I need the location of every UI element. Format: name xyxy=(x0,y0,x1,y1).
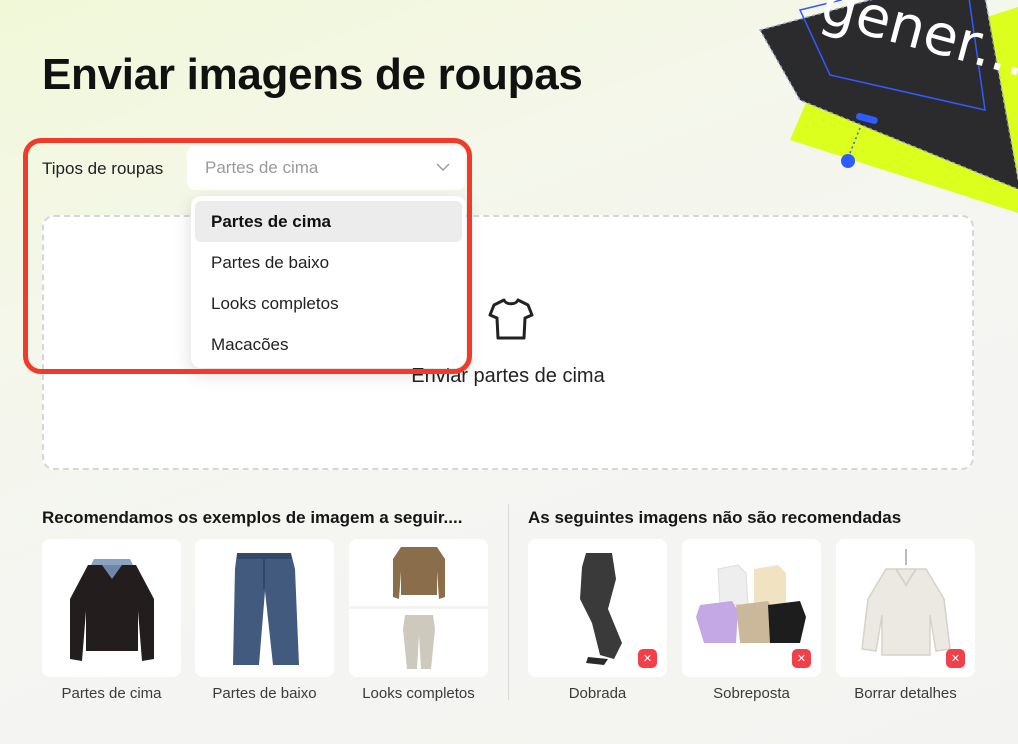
example-card-partes-de-baixo xyxy=(195,539,334,677)
dropdown-option-partes-de-baixo[interactable]: Partes de baixo xyxy=(195,242,462,283)
bad-example-caption-1: Dobrada xyxy=(568,685,627,702)
example-caption-1: Partes de cima xyxy=(61,685,162,702)
example-caption-2: Partes de baixo xyxy=(212,685,317,702)
jeans-image xyxy=(233,553,299,665)
section-divider xyxy=(508,504,509,700)
close-icon: ✕ xyxy=(792,649,811,668)
example-caption-3: Looks completos xyxy=(362,685,475,702)
recommended-section-title: Recomendamos os exemplos de imagem a seg… xyxy=(42,508,463,527)
tshirt-icon xyxy=(488,298,534,340)
sweater-image xyxy=(70,559,154,661)
clothing-type-select-value: Partes de cima xyxy=(205,158,319,177)
page-title: Enviar imagens de roupas xyxy=(42,50,583,99)
clothing-type-dropdown-menu: Partes de cima Partes de baixo Looks com… xyxy=(191,196,466,368)
clothing-type-row: Tipos de roupas xyxy=(42,148,187,190)
dropdown-option-looks-completos[interactable]: Looks completos xyxy=(195,283,462,324)
generating-decoration: gener... xyxy=(758,0,1018,213)
clothing-type-label: Tipos de roupas xyxy=(42,159,164,178)
bad-example-card-sobreposta: ✕ xyxy=(682,539,821,677)
bad-example-caption-3: Borrar detalhes xyxy=(854,685,957,702)
clothing-type-select[interactable]: Partes de cima xyxy=(187,146,465,190)
not-recommended-section-title: As seguintes imagens não são recomendada… xyxy=(528,508,902,527)
upload-dropzone[interactable]: Enviar partes de cima xyxy=(42,215,974,470)
close-icon: ✕ xyxy=(946,649,965,668)
bad-example-card-borrar-detalhes: ✕ xyxy=(836,539,975,677)
outfit-image xyxy=(349,547,488,669)
example-card-looks-completos xyxy=(349,539,488,677)
example-card-partes-de-cima xyxy=(42,539,181,677)
dropdown-option-macacoes[interactable]: Macacões xyxy=(195,324,462,365)
bad-example-caption-2: Sobreposta xyxy=(713,685,790,702)
chevron-down-icon xyxy=(436,163,450,171)
close-icon: ✕ xyxy=(638,649,657,668)
upload-dropzone-text: Enviar partes de cima xyxy=(411,365,605,387)
bad-example-card-dobrada: ✕ xyxy=(528,539,667,677)
dropdown-option-partes-de-cima[interactable]: Partes de cima xyxy=(195,201,462,242)
